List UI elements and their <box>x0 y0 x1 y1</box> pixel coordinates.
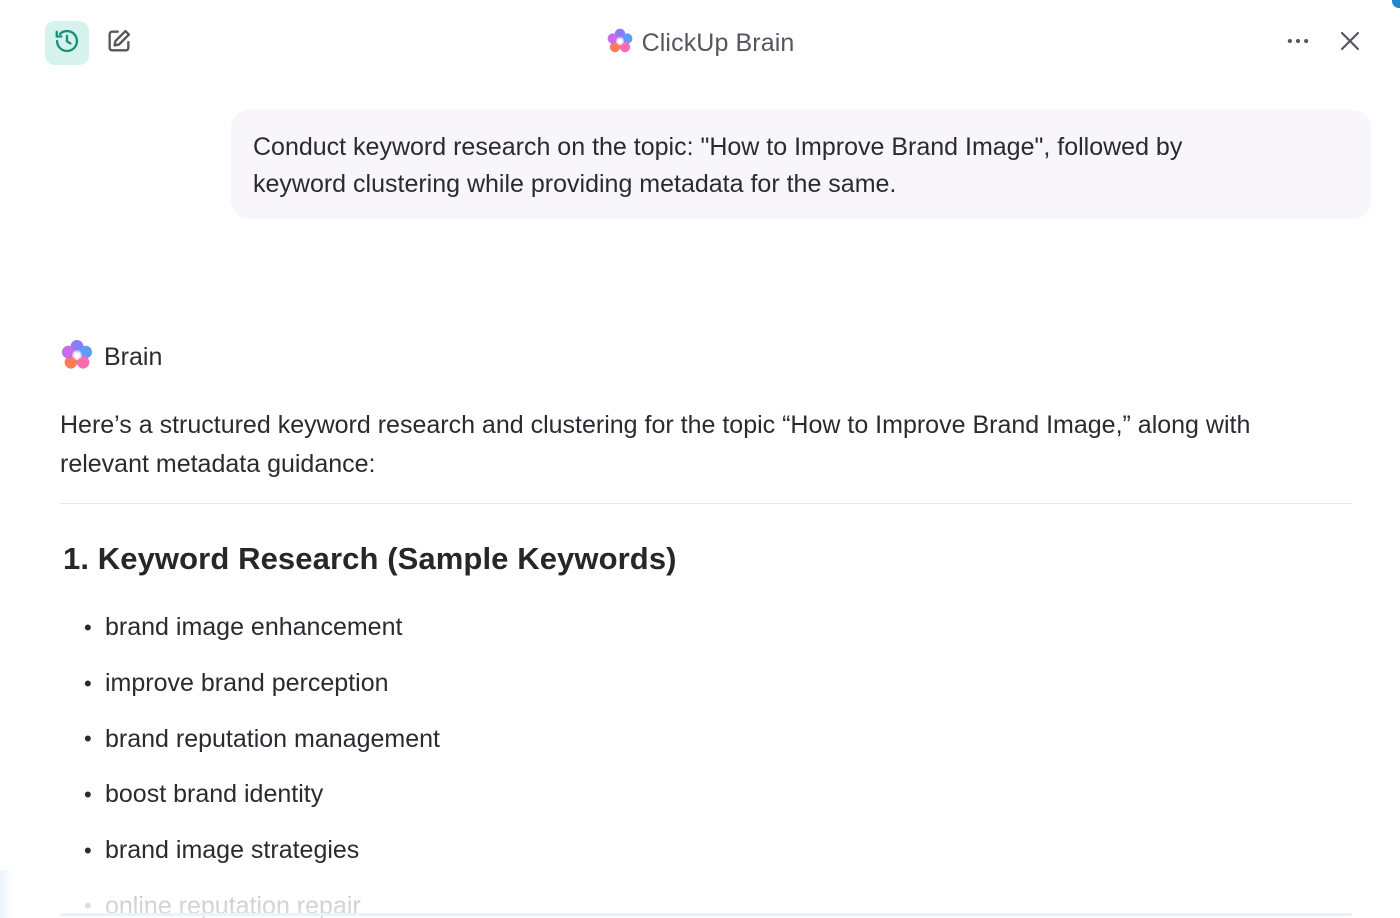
keyword-text: improve brand perception <box>105 669 389 698</box>
panel-title: ClickUp Brain <box>0 26 1400 60</box>
panel-header: ClickUp Brain <box>0 0 1400 86</box>
user-message-bubble: Conduct keyword research on the topic: "… <box>231 110 1371 219</box>
clickup-brain-logo-icon <box>606 27 634 60</box>
list-item: • improve brand perception <box>84 656 440 712</box>
bullet: • <box>84 614 92 640</box>
list-item: • brand reputation management <box>84 711 440 767</box>
keyword-text: brand image strategies <box>105 836 360 865</box>
assistant-name: Brain <box>104 342 163 371</box>
panel-title-text: ClickUp Brain <box>641 28 795 57</box>
assistant-intro-line: relevant metadata guidance: <box>60 450 376 478</box>
assistant-intro: Here’s a structured keyword research and… <box>60 406 1360 484</box>
list-item: • boost brand identity <box>84 767 440 823</box>
list-item: • brand image strategies <box>84 823 440 879</box>
close-icon <box>1338 29 1362 58</box>
bullet: • <box>84 670 92 696</box>
bullet: • <box>84 837 92 863</box>
more-horizontal-icon <box>1285 28 1311 59</box>
brain-chat-panel: ClickUp Brain Conduct keyword research o… <box>0 0 1400 918</box>
user-message-line: Conduct keyword research on the topic: "… <box>253 133 1183 161</box>
section-heading: 1. Keyword Research (Sample Keywords) <box>63 541 677 576</box>
user-message-line: keyword clustering while providing metad… <box>253 170 897 198</box>
left-edge-shade <box>0 870 14 918</box>
more-options-button[interactable] <box>1276 21 1320 65</box>
assistant-intro-line: Here’s a structured keyword research and… <box>60 411 1251 439</box>
keyword-list: • brand image enhancement • improve bran… <box>84 600 440 918</box>
brain-avatar-icon <box>60 338 94 377</box>
input-top-edge <box>60 913 1352 916</box>
list-item: • brand image enhancement <box>84 600 440 656</box>
section-divider <box>60 503 1352 504</box>
bullet: • <box>84 781 92 807</box>
keyword-text: boost brand identity <box>105 780 324 809</box>
keyword-text: brand image enhancement <box>105 613 403 642</box>
close-button[interactable] <box>1328 21 1372 65</box>
assistant-header: Brain <box>60 337 162 377</box>
keyword-text: brand reputation management <box>105 724 440 753</box>
bullet: • <box>84 726 92 752</box>
